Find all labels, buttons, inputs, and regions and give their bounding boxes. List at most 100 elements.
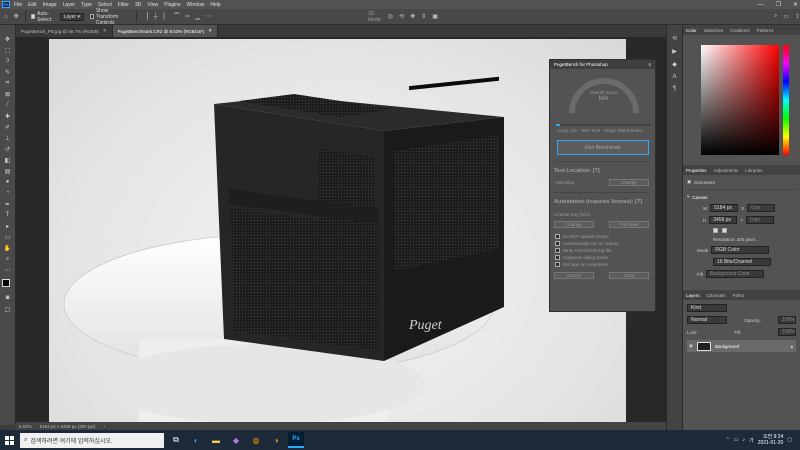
change-license-button[interactable]: Change: [554, 221, 594, 228]
portrait-orientation-icon[interactable]: [713, 228, 718, 233]
align-middle-icon[interactable]: ═: [185, 14, 189, 20]
home-icon[interactable]: ⌂: [4, 14, 8, 20]
clock[interactable]: 오전 9:24 2021-01-20: [758, 434, 784, 446]
menu-image[interactable]: Image: [43, 2, 57, 8]
tab-adjustments[interactable]: Adjustments: [714, 168, 739, 173]
menu-window[interactable]: Window: [187, 2, 205, 8]
start-button[interactable]: [0, 430, 18, 450]
scale-icon[interactable]: ▣: [432, 13, 438, 20]
width-field[interactable]: 5184 px: [710, 204, 739, 212]
network-icon[interactable]: ▭: [734, 437, 739, 443]
actions-panel-icon[interactable]: ▶: [672, 48, 677, 55]
menu-edit[interactable]: Edit: [28, 2, 37, 8]
rectangle-tool-icon[interactable]: ▭: [3, 233, 13, 241]
x-field[interactable]: 0 px: [747, 204, 776, 212]
color-field[interactable]: [701, 45, 779, 155]
tab-pugetbenchmark-cr2[interactable]: PugetBenchmark.CR2 @ 8.53% (RGB/16*) ✕: [112, 25, 219, 37]
run-benchmark-button[interactable]: Run Benchmark: [557, 140, 649, 155]
tab-gradients[interactable]: Gradients: [730, 28, 750, 33]
option-checkbox[interactable]: [555, 255, 560, 260]
frame-tool-icon[interactable]: ⊠: [3, 90, 13, 98]
tab-color[interactable]: Color: [686, 28, 697, 33]
dodge-tool-icon[interactable]: ◔: [3, 189, 13, 197]
more-options-icon[interactable]: ⋯: [206, 13, 212, 20]
notification-icon[interactable]: ▢: [787, 437, 792, 443]
blend-mode-select[interactable]: Normal: [687, 316, 727, 324]
path-select-icon[interactable]: ▸: [3, 222, 13, 230]
app-icon[interactable]: ◆: [228, 432, 244, 448]
file-explorer-icon[interactable]: ▬: [208, 432, 224, 448]
brush-tool-icon[interactable]: ✐: [3, 123, 13, 131]
close-tab-icon[interactable]: ✕: [103, 28, 107, 34]
expand-icon[interactable]: ▾: [687, 194, 689, 200]
zoom-tool-icon[interactable]: ⌕: [3, 255, 13, 263]
align-left-icon[interactable]: ▕: [143, 13, 148, 20]
save-button[interactable]: Save: [609, 272, 649, 279]
history-brush-icon[interactable]: ↺: [3, 145, 13, 153]
minimize-icon[interactable]: —: [758, 2, 764, 8]
blender-icon[interactable]: ◍: [248, 432, 264, 448]
auto-select-checkbox[interactable]: [31, 14, 36, 19]
filter-kind-select[interactable]: Kind: [687, 304, 727, 312]
type-tool-icon[interactable]: T: [3, 211, 13, 219]
tab-layers[interactable]: Layers: [686, 293, 700, 298]
healing-brush-icon[interactable]: ✚: [3, 112, 13, 120]
option-checkbox[interactable]: [555, 234, 560, 239]
menu-3d[interactable]: 3D: [135, 2, 141, 8]
quick-mask-icon[interactable]: ◙: [3, 294, 13, 302]
layer-name[interactable]: Background: [715, 344, 739, 349]
screen-mode-icon[interactable]: ▢: [3, 305, 13, 313]
color-picker[interactable]: [683, 35, 800, 165]
tab-channels[interactable]: Channels: [707, 293, 726, 298]
tab-patterns[interactable]: Patterns: [757, 28, 774, 33]
character-panel-icon[interactable]: A: [672, 74, 676, 80]
more-tools-icon[interactable]: ⋯: [3, 266, 13, 274]
purchase-button[interactable]: Purchase: [609, 221, 649, 228]
hand-tool-icon[interactable]: ✋: [3, 244, 13, 252]
input-language[interactable]: 가: [749, 437, 754, 444]
close-tab-icon[interactable]: ✕: [208, 28, 212, 34]
landscape-orientation-icon[interactable]: [722, 228, 727, 233]
lasso-tool-icon[interactable]: ↄ: [3, 57, 13, 65]
app-icon[interactable]: ◑: [268, 432, 284, 448]
tab-pugetbench-jpg[interactable]: PugetBench_PS.jpg @ 66.7% (RGB/8) ✕: [16, 25, 113, 37]
pen-tool-icon[interactable]: ✒: [3, 200, 13, 208]
align-center-icon[interactable]: ┼: [154, 14, 158, 20]
menu-view[interactable]: View: [147, 2, 158, 8]
task-view-icon[interactable]: ⧉: [168, 432, 184, 448]
plugin-panel-icon[interactable]: ◆: [672, 61, 677, 68]
hue-slider[interactable]: [783, 45, 789, 155]
layer-row-background[interactable]: ◉ Background 🔒︎: [687, 340, 796, 352]
align-top-icon[interactable]: ▔: [175, 13, 180, 20]
y-field[interactable]: 0 px: [746, 216, 775, 224]
taskbar-search-box[interactable]: ⌕ 검색하려면 여기에 입력하십시오.: [20, 432, 164, 448]
tab-paths[interactable]: Paths: [733, 293, 745, 298]
document-image[interactable]: Puget: [49, 39, 626, 422]
edge-browser-icon[interactable]: ◐: [188, 432, 204, 448]
pan-icon[interactable]: ✥: [410, 13, 415, 20]
status-arrow-icon[interactable]: ›: [104, 424, 106, 429]
change-location-button[interactable]: Change: [609, 179, 649, 186]
blur-tool-icon[interactable]: ●: [3, 178, 13, 186]
menu-layer[interactable]: Layer: [63, 2, 76, 8]
maximize-icon[interactable]: ❐: [776, 1, 781, 8]
visibility-eye-icon[interactable]: ◉: [689, 343, 693, 349]
share-icon[interactable]: ⇪: [795, 13, 800, 20]
slide-icon[interactable]: ⇕: [421, 13, 426, 20]
tab-properties[interactable]: Properties: [686, 168, 707, 173]
menu-file[interactable]: File: [14, 2, 22, 8]
option-checkbox[interactable]: [555, 262, 560, 267]
layer-fill-field[interactable]: 100%: [777, 328, 796, 336]
auto-select-dropdown[interactable]: Layer ▾: [59, 12, 85, 21]
eyedropper-tool-icon[interactable]: ⁄: [3, 101, 13, 109]
align-bottom-icon[interactable]: ▁: [195, 13, 200, 20]
opacity-field[interactable]: 100%: [777, 316, 796, 324]
eraser-tool-icon[interactable]: ◧: [3, 156, 13, 164]
align-right-icon[interactable]: ▏: [164, 13, 169, 20]
option-checkbox[interactable]: [555, 241, 560, 246]
orbit-icon[interactable]: ◎: [388, 13, 393, 20]
foreground-color[interactable]: [1, 279, 10, 287]
clone-stamp-icon[interactable]: ⊥: [3, 134, 13, 142]
roll-icon[interactable]: ⟲: [399, 13, 404, 20]
quick-select-tool-icon[interactable]: ✎: [3, 68, 13, 76]
